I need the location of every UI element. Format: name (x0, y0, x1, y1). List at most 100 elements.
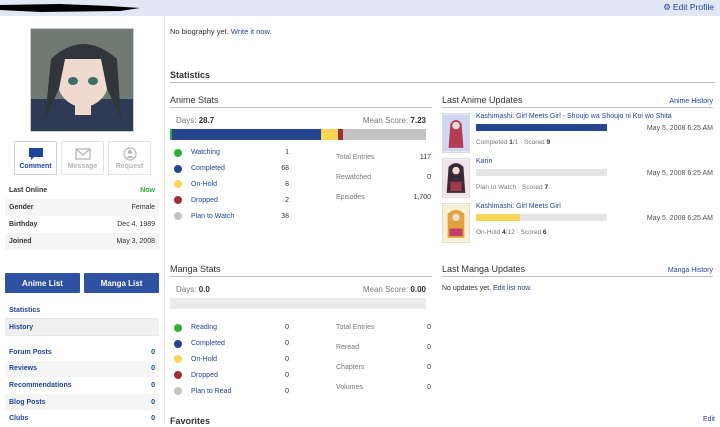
count-row-reviews[interactable]: Reviews 0 (5, 360, 159, 378)
avatar-image (31, 29, 133, 131)
count-row-recommendations[interactable]: Recommendations 0 (5, 377, 159, 394)
status-dot (174, 212, 182, 221)
manga-status-bar (170, 298, 426, 309)
count-row-forum-posts[interactable]: Forum Posts 0 (5, 344, 159, 361)
anime-cover-thumbnail[interactable] (442, 113, 470, 153)
comment-button[interactable]: Comment (14, 141, 57, 175)
legend-on-hold[interactable]: On-Hold 8 (174, 177, 289, 193)
info-row-birthday: Birthday Dec 4, 1989 (9, 221, 155, 228)
anime-stats-panel: Anime Stats Days: 28.7 Mean Score: 7.23 … (170, 95, 432, 221)
anime-status-bar (170, 129, 426, 140)
profile-sidebar: Comment Message Request Last Online Now … (0, 18, 165, 424)
sidebar-item-history[interactable]: History (5, 319, 159, 336)
legend-plan-to-watch[interactable]: Plan to Watch 38 (174, 208, 289, 224)
total-entries-row: Total Entries 117 (336, 153, 431, 161)
info-row-joined: Joined May 3, 2008 (5, 233, 159, 250)
legend-completed[interactable]: Completed 0 (174, 336, 289, 352)
count-row-blog-posts[interactable]: Blog Posts 0 (5, 393, 159, 411)
anime-update-date: May 5, 2008 6:25 AM (646, 215, 713, 222)
status-bar-segment (320, 129, 339, 140)
anime-cover-thumbnail[interactable] (442, 203, 470, 243)
friend-request-button[interactable]: Request (108, 141, 151, 175)
biography: No biography yet. Write it now. (170, 27, 272, 36)
manga-stats-title: Manga Stats (170, 264, 432, 277)
status-dot (174, 323, 182, 332)
legend-reading[interactable]: Reading 0 (174, 320, 289, 336)
anime-cover-thumbnail[interactable] (442, 158, 470, 198)
volumes-row: Volumes 0 (336, 383, 431, 391)
statistics-heading: Statistics (170, 70, 715, 83)
profile-action-buttons: Comment Message Request (14, 141, 151, 175)
anime-update-date: May 5, 2008 6:25 AM (646, 125, 713, 132)
message-button[interactable]: Message (61, 141, 104, 175)
manga-mean-score-value: 0.00 (410, 285, 426, 294)
status-dot (174, 387, 182, 396)
anime-update-title[interactable]: Kashimashi: Girl Meets Girl - Shoujo wa … (476, 113, 672, 120)
legend-completed[interactable]: Completed 68 (174, 161, 289, 177)
manga-list-button[interactable]: Manga List (84, 273, 159, 293)
anime-update-date: May 5, 2008 6:25 AM (646, 170, 713, 177)
legend-dropped[interactable]: Dropped 0 (174, 367, 289, 383)
manga-totals: Total Entries 0 Reread 0 Chapters 0 Volumes… (336, 317, 431, 397)
anime-update-title[interactable]: Kashimashi: Girl Meets Girl (476, 203, 561, 210)
anime-update-status: Plan to Watch · Scored 7 (476, 184, 549, 191)
reread-row: Reread 0 (336, 343, 431, 351)
total-entries-row: Total Entries 0 (336, 323, 431, 331)
anime-stats-title: Anime Stats (170, 95, 432, 108)
favorites-heading: Favorites Edit (170, 416, 715, 426)
anime-update-status: Completed 1/1 · Scored 9 (476, 139, 551, 146)
status-dot (174, 148, 182, 157)
manga-history-link[interactable]: Manga History (668, 267, 713, 274)
status-bar-segment (342, 129, 426, 140)
count-row-clubs[interactable]: Clubs 0 (5, 410, 159, 427)
anime-update-status: On-Hold 4/12 · Scored 6 (476, 229, 547, 236)
write-biography-link[interactable]: Write it now. (231, 27, 272, 36)
anime-update-item: Karin May 5, 2008 6:25 AM Plan to Watch … (442, 158, 713, 203)
legend-watching[interactable]: Watching 1 (174, 145, 289, 161)
favorites-edit-link[interactable]: Edit (703, 416, 715, 426)
user-info-table: Last Online Now Gender Female Birthday D… (5, 182, 159, 250)
anime-update-progress-bar (476, 169, 607, 176)
episodes-row: Episodes 1,700 (336, 193, 431, 201)
anime-history-link[interactable]: Anime History (669, 98, 713, 105)
activity-counts: Forum Posts 0 Reviews 0 Recommendations 0 B… (5, 344, 159, 427)
profile-main: No biography yet. Write it now. Statisti… (170, 18, 715, 426)
status-dot (174, 371, 182, 380)
edit-manga-list-link[interactable]: Edit list now. (493, 285, 532, 292)
manga-updates-panel: Last Manga Updates Manga History No upda… (442, 264, 713, 292)
anime-mean-score-value: 7.23 (410, 116, 426, 125)
top-bar: ⚙ Edit Profile (0, 0, 720, 16)
edit-profile-link[interactable]: ⚙ Edit Profile (663, 2, 714, 13)
anime-update-title[interactable]: Karin (476, 158, 492, 165)
envelope-icon (74, 147, 91, 160)
redacted-username-scribble (0, 4, 140, 12)
anime-update-item: Kashimashi: Girl Meets Girl May 5, 2008 … (442, 203, 713, 248)
anime-days-value: 28.7 (198, 116, 215, 125)
manga-updates-empty: No updates yet. Edit list now. (442, 285, 532, 292)
anime-update-progress-bar (476, 214, 607, 221)
anime-update-item: Kashimashi: Girl Meets Girl - Shoujo wa … (442, 113, 713, 158)
sidebar-item-statistics[interactable]: Statistics (5, 302, 159, 319)
legend-dropped[interactable]: Dropped 2 (174, 192, 289, 208)
anime-updates-panel: Last Anime Updates Anime History Kashima… (442, 95, 713, 248)
manga-updates-title: Last Manga Updates Manga History (442, 264, 713, 277)
status-dot (174, 164, 182, 173)
manga-stats-panel: Manga Stats Days: 0.0 Mean Score: 0.00 R… (170, 264, 432, 396)
anime-list-button[interactable]: Anime List (5, 273, 80, 293)
status-bar-segment (172, 129, 321, 140)
sidebar-nav: Statistics History (5, 302, 159, 336)
anime-updates-list: Kashimashi: Girl Meets Girl - Shoujo wa … (442, 113, 713, 248)
gear-icon: ⚙ (663, 2, 671, 12)
chapters-row: Chapters 0 (336, 363, 431, 371)
anime-status-legend: Watching 1 Completed 68 On-Hold 8 Dropped 2 … (174, 145, 289, 224)
info-row-gender: Gender Female (5, 199, 159, 216)
info-row-last-online: Last Online Now (9, 187, 155, 194)
rewatched-row: Rewatched 0 (336, 173, 431, 181)
manga-days-value: 0.0 (198, 285, 210, 294)
legend-on-hold[interactable]: On-Hold 0 (174, 352, 289, 368)
status-dot (174, 339, 182, 348)
anime-totals: Total Entries 117 Rewatched 0 Episodes 1,70… (336, 147, 431, 207)
manga-stats-summary: Days: 0.0 Mean Score: 0.00 (176, 285, 426, 294)
anime-stats-summary: Days: 28.7 Mean Score: 7.23 (176, 116, 426, 125)
legend-plan-to-read[interactable]: Plan to Read 0 (174, 383, 289, 399)
